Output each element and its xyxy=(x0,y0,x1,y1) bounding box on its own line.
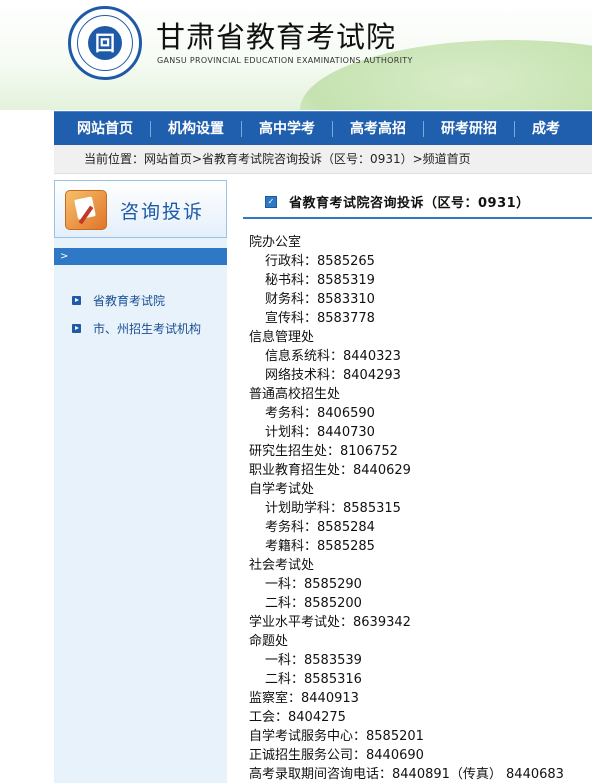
site-title: 甘肃省教育考试院 xyxy=(156,20,397,54)
sidebar-header: 咨询投诉 xyxy=(54,180,227,238)
contact-department: 院办公室 xyxy=(249,235,302,250)
contact-sub-item: 信息系统科：8440323 xyxy=(265,349,401,364)
breadcrumb: 当前位置：网站首页>省教育考试院咨询投诉（区号：0931）>频道首页 xyxy=(54,145,592,174)
contact-department: 职业教育招生处：8440629 xyxy=(249,463,411,478)
contact-sub-item: 计划科：8440730 xyxy=(265,425,375,440)
checkbox-icon: ✓ xyxy=(265,196,277,208)
contact-department: 监察室：8440913 xyxy=(249,691,359,706)
contact-sub-item: 计划助学科：8585315 xyxy=(265,501,401,516)
contact-department: 命题处 xyxy=(249,634,289,649)
contact-department: 高考录取期间咨询电话：8440891（传真） 8440683 xyxy=(249,767,564,782)
contact-sub-item: 一科：8583539 xyxy=(265,653,362,668)
sidebar-title: 咨询投诉 xyxy=(120,201,205,223)
contact-sub-item: 一科：8585290 xyxy=(265,577,362,592)
contact-sub-item: 财务科：8583310 xyxy=(265,292,375,307)
breadcrumb-text[interactable]: 当前位置：网站首页>省教育考试院咨询投诉（区号：0931）>频道首页 xyxy=(84,152,471,166)
nav-item-adult-exam[interactable]: 成考 xyxy=(515,121,577,137)
sidebar: 咨询投诉 > 省教育考试院 市、州招生考试机构 xyxy=(54,180,227,783)
contact-sub-item: 考务科：8585284 xyxy=(265,520,375,535)
contact-department: 自学考试处 xyxy=(249,482,315,497)
contact-department: 正诚招生服务公司：8440690 xyxy=(249,748,424,763)
authority-logo[interactable]: 回 xyxy=(68,6,142,80)
contact-department: 信息管理处 xyxy=(249,330,315,345)
contact-sub-item: 二科：8585200 xyxy=(265,596,362,611)
contact-department: 研究生招生处：8106752 xyxy=(249,444,398,459)
nav-item-graduate-exam[interactable]: 研考研招 xyxy=(424,120,515,137)
nav-item-organization[interactable]: 机构设置 xyxy=(151,120,242,137)
sidebar-item-city-exam-agencies[interactable]: 市、州招生考试机构 xyxy=(54,314,227,342)
contact-sub-item: 考务科：8406590 xyxy=(265,406,375,421)
arrow-bullet-icon xyxy=(72,295,81,305)
sidebar-item-label: 市、州招生考试机构 xyxy=(93,321,202,336)
contact-sub-item: 宣传科：8583778 xyxy=(265,311,375,326)
contact-sub-item: 网络技术科：8404293 xyxy=(265,368,401,383)
sidebar-bar: > xyxy=(54,248,227,265)
consult-complaint-icon xyxy=(65,190,107,230)
nav-item-home[interactable]: 网站首页 xyxy=(60,120,151,137)
contact-sub-item: 秘书科：8585319 xyxy=(265,273,375,288)
contact-sub-item: 二科：8585316 xyxy=(265,672,362,687)
nav-item-high-school-exam[interactable]: 高中学考 xyxy=(242,120,333,137)
sidebar-item-provincial-authority[interactable]: 省教育考试院 xyxy=(54,286,227,314)
contact-department: 工会：8404275 xyxy=(249,710,346,725)
sidebar-item-label: 省教育考试院 xyxy=(93,293,166,308)
contact-sub-item: 行政科：8585265 xyxy=(265,254,375,269)
contact-department: 自学考试服务中心：8585201 xyxy=(249,729,424,744)
content-title-bar: ✓ 省教育考试院咨询投诉（区号：0931） xyxy=(243,184,592,219)
nav-item-college-entrance[interactable]: 高考高招 xyxy=(333,120,424,137)
sidebar-list: 省教育考试院 市、州招生考试机构 xyxy=(54,286,227,342)
contact-list: 院办公室行政科：8585265 秘书科：8585319 财务科：8583310 宣传科… xyxy=(249,233,592,784)
contact-department: 社会考试处 xyxy=(249,558,315,573)
site-header: 回 甘肃省教育考试院 GANSU PROVINCIAL EDUCATION EX… xyxy=(0,0,592,110)
site-subtitle: GANSU PROVINCIAL EDUCATION EXAMINATIONS … xyxy=(157,56,413,65)
arrow-bullet-icon xyxy=(72,323,81,333)
contact-sub-item: 考籍科：8585285 xyxy=(265,539,375,554)
contact-department: 普通高校招生处 xyxy=(249,387,341,402)
logo-emblem-icon: 回 xyxy=(88,26,122,60)
contact-department: 学业水平考试处：8639342 xyxy=(249,615,411,630)
main-navigation: 网站首页 机构设置 高中学考 高考高招 研考研招 成考 xyxy=(54,111,592,145)
chevron-right-icon: > xyxy=(60,251,69,262)
page-title: 省教育考试院咨询投诉（区号：0931） xyxy=(289,196,530,211)
